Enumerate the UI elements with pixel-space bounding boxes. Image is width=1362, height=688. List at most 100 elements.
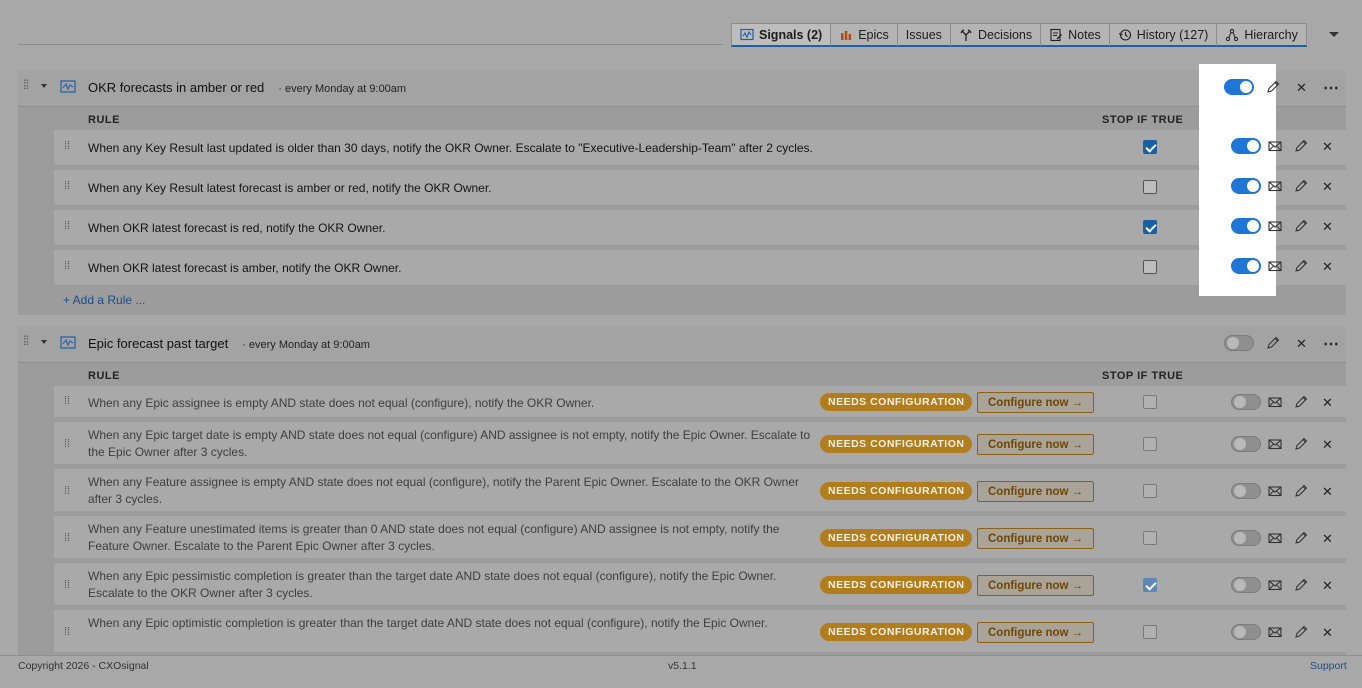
rule-enabled-toggle[interactable] xyxy=(1231,530,1261,546)
pencil-icon[interactable] xyxy=(1266,336,1280,350)
drag-handle-icon[interactable]: ⁞⁞ xyxy=(64,532,70,544)
close-icon[interactable]: ✕ xyxy=(1322,578,1333,594)
collapse-caret-icon[interactable] xyxy=(41,340,47,344)
mail-icon[interactable] xyxy=(1268,139,1282,153)
rule-enabled-toggle[interactable] xyxy=(1231,218,1261,234)
configure-now-button[interactable]: Configure now → xyxy=(977,575,1095,596)
stop-if-true-column-header: STOP IF TRUE xyxy=(1102,114,1184,126)
close-icon[interactable]: ✕ xyxy=(1322,259,1333,275)
more-options-icon[interactable]: ⋯ xyxy=(1323,334,1339,354)
rule-enabled-toggle[interactable] xyxy=(1231,483,1261,499)
pencil-icon[interactable] xyxy=(1294,395,1308,409)
rule-enabled-toggle[interactable] xyxy=(1231,178,1261,194)
rule-row: ⁞⁞ When any Epic target date is empty AN… xyxy=(54,422,1346,469)
drag-handle-icon[interactable]: ⁞⁞ xyxy=(64,220,70,232)
drag-handle-icon[interactable]: ⁞⁞ xyxy=(64,485,70,497)
close-icon[interactable]: ✕ xyxy=(1322,179,1333,195)
stop-if-true-checkbox[interactable] xyxy=(1143,625,1157,639)
close-icon[interactable]: ✕ xyxy=(1322,139,1333,155)
mail-icon[interactable] xyxy=(1268,625,1282,639)
stop-if-true-checkbox[interactable] xyxy=(1143,260,1157,274)
signal-name: Epic forecast past target xyxy=(88,336,229,351)
stop-if-true-checkbox[interactable] xyxy=(1143,140,1157,154)
pencil-icon[interactable] xyxy=(1294,139,1308,153)
rule-enabled-toggle[interactable] xyxy=(1231,577,1261,593)
tab-hierarchy[interactable]: Hierarchy xyxy=(1216,23,1307,47)
tab-label: Signals (2) xyxy=(759,27,823,42)
stop-if-true-checkbox[interactable] xyxy=(1143,531,1157,545)
tab-decisions[interactable]: Decisions xyxy=(949,23,1042,47)
tabs-baseline xyxy=(18,44,723,45)
rule-enabled-toggle[interactable] xyxy=(1231,138,1261,154)
configure-now-button[interactable]: Configure now → xyxy=(977,392,1095,413)
tab-notes[interactable]: Notes xyxy=(1040,23,1110,47)
drag-handle-icon[interactable]: ⁞⁞ xyxy=(64,140,70,152)
close-icon[interactable]: ✕ xyxy=(1322,437,1333,453)
stop-if-true-checkbox[interactable] xyxy=(1143,484,1157,498)
close-icon[interactable]: ✕ xyxy=(1322,395,1333,411)
add-rule-link[interactable]: + Add a Rule ... xyxy=(63,293,145,307)
tabs-overflow-chevron-down-icon[interactable] xyxy=(1328,29,1340,39)
close-icon[interactable]: ✕ xyxy=(1322,484,1333,500)
tab-signals[interactable]: Signals (2) xyxy=(731,23,832,47)
drag-handle-icon[interactable]: ⁞⁞ xyxy=(64,260,70,272)
rule-text: When OKR latest forecast is amber, notif… xyxy=(88,261,402,275)
signal-enabled-toggle[interactable] xyxy=(1224,79,1254,95)
rule-enabled-toggle[interactable] xyxy=(1231,436,1261,452)
pencil-icon[interactable] xyxy=(1294,437,1308,451)
mail-icon[interactable] xyxy=(1268,437,1282,451)
pencil-icon[interactable] xyxy=(1294,531,1308,545)
close-icon[interactable]: ✕ xyxy=(1322,531,1333,547)
pencil-icon[interactable] xyxy=(1294,259,1308,273)
drag-handle-icon[interactable]: ⁞⁞ xyxy=(64,626,70,638)
mail-icon[interactable] xyxy=(1268,531,1282,545)
close-icon[interactable]: ✕ xyxy=(1296,336,1307,352)
stop-if-true-checkbox[interactable] xyxy=(1143,437,1157,451)
signal-enabled-toggle[interactable] xyxy=(1224,335,1254,351)
configure-now-button[interactable]: Configure now → xyxy=(977,622,1095,643)
rule-text: When any Key Result last updated is olde… xyxy=(88,141,813,155)
drag-handle-icon[interactable]: ⁞⁞ xyxy=(23,334,29,347)
drag-handle-icon[interactable]: ⁞⁞ xyxy=(64,438,70,450)
mail-icon[interactable] xyxy=(1268,395,1282,409)
rule-enabled-toggle[interactable] xyxy=(1231,394,1261,410)
tab-epics[interactable]: Epics xyxy=(830,23,898,47)
tab-issues[interactable]: Issues xyxy=(896,23,951,47)
close-icon[interactable]: ✕ xyxy=(1296,80,1307,96)
mail-icon[interactable] xyxy=(1268,578,1282,592)
rule-row: ⁞⁞ When any Epic pessimistic completion … xyxy=(54,563,1346,610)
close-icon[interactable]: ✕ xyxy=(1322,219,1333,235)
drag-handle-icon[interactable]: ⁞⁞ xyxy=(64,180,70,192)
mail-icon[interactable] xyxy=(1268,179,1282,193)
mail-icon[interactable] xyxy=(1268,259,1282,273)
mail-icon[interactable] xyxy=(1268,219,1282,233)
drag-handle-icon[interactable]: ⁞⁞ xyxy=(23,78,29,91)
mail-icon[interactable] xyxy=(1268,484,1282,498)
collapse-caret-icon[interactable] xyxy=(41,84,47,88)
rules-panel: RULE STOP IF TRUE ⁞⁞ When any Epic assig… xyxy=(18,362,1346,655)
pencil-icon[interactable] xyxy=(1294,484,1308,498)
rule-text: When any Epic optimistic completion is g… xyxy=(88,616,768,630)
drag-handle-icon[interactable]: ⁞⁞ xyxy=(64,579,70,591)
pencil-icon[interactable] xyxy=(1266,80,1280,94)
pencil-icon[interactable] xyxy=(1294,625,1308,639)
close-icon[interactable]: ✕ xyxy=(1322,625,1333,641)
rule-enabled-toggle[interactable] xyxy=(1231,258,1261,274)
stop-if-true-checkbox[interactable] xyxy=(1143,180,1157,194)
pencil-icon[interactable] xyxy=(1294,179,1308,193)
stop-if-true-checkbox[interactable] xyxy=(1143,578,1157,592)
pencil-icon[interactable] xyxy=(1294,219,1308,233)
pencil-icon[interactable] xyxy=(1294,578,1308,592)
signal-schedule: · every Monday at 9:00am xyxy=(278,83,407,95)
configure-now-button[interactable]: Configure now → xyxy=(977,481,1095,502)
support-link[interactable]: Support xyxy=(1310,660,1347,672)
configure-now-button[interactable]: Configure now → xyxy=(977,528,1095,549)
stop-if-true-checkbox[interactable] xyxy=(1143,220,1157,234)
rule-enabled-toggle[interactable] xyxy=(1231,624,1261,640)
stop-if-true-checkbox[interactable] xyxy=(1143,395,1157,409)
more-options-icon[interactable]: ⋯ xyxy=(1323,78,1339,98)
drag-handle-icon[interactable]: ⁞⁞ xyxy=(64,395,70,407)
configure-now-button[interactable]: Configure now → xyxy=(977,434,1095,455)
tab-history[interactable]: History (127) xyxy=(1108,23,1218,47)
needs-configuration-badge: NEEDS CONFIGURATION xyxy=(820,393,973,411)
